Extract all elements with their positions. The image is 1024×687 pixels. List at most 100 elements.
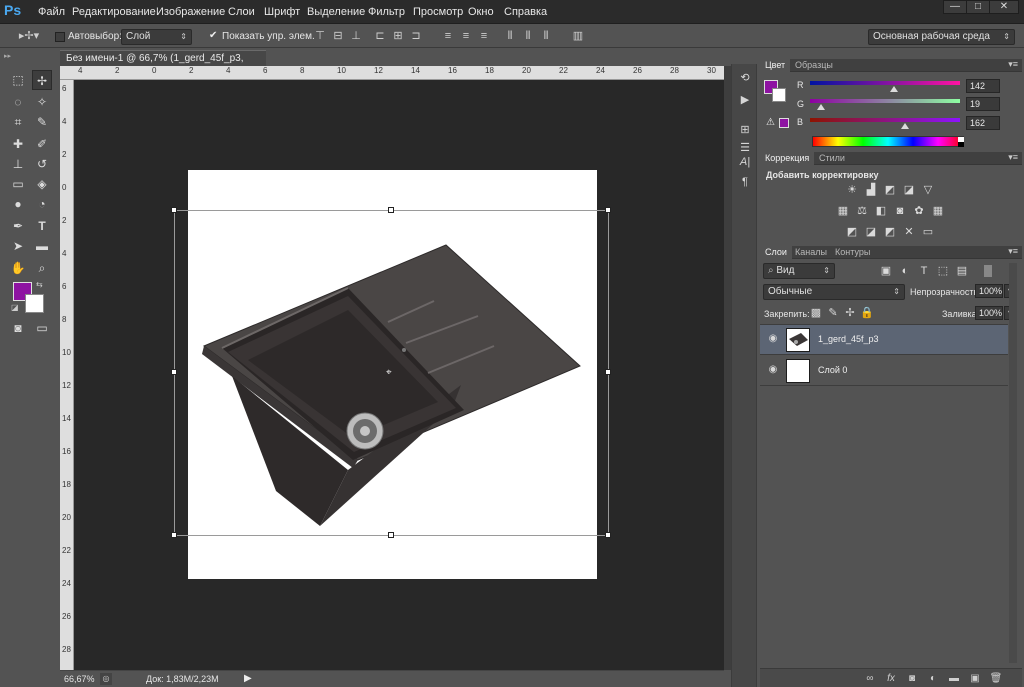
fill-field[interactable]: 100% [975, 306, 1003, 320]
align-left-icon[interactable]: ⊏ [373, 30, 387, 42]
panel-menu-icon[interactable]: ▾≡ [1008, 152, 1018, 163]
transform-handle-br[interactable] [605, 532, 611, 538]
transform-handle-tr[interactable] [605, 207, 611, 213]
b-slider-knob[interactable] [901, 123, 910, 129]
threshold-icon[interactable]: ◩ [883, 226, 897, 238]
color-balance-icon[interactable]: ◧ [874, 205, 888, 217]
crop-tool-icon[interactable]: ⌗ [8, 112, 28, 132]
curves-icon[interactable]: ◩ [883, 184, 897, 196]
spectrum-black-chip[interactable] [958, 142, 964, 147]
document-tab[interactable]: Без имени-1 @ 66,7% (1_gerd_45f_p3, RGB/… [60, 50, 266, 80]
layer-style-fx-icon[interactable]: fx [884, 673, 898, 685]
menu-select[interactable]: Выделение [307, 6, 365, 18]
lock-all-icon[interactable]: 🔒 [860, 307, 874, 319]
screen-mode-icon[interactable]: ▭ [32, 318, 52, 338]
black-white-icon[interactable]: ◙ [893, 205, 907, 217]
new-group-icon[interactable]: ▬ [947, 673, 961, 685]
swap-colors-icon[interactable]: ⇆ [36, 280, 43, 289]
panel-menu-icon[interactable]: ▾≡ [1008, 246, 1018, 257]
marquee-tool-icon[interactable]: ⬚ [8, 70, 28, 90]
gradient-map-icon[interactable]: ▭ [921, 226, 935, 238]
auto-align-icon[interactable]: ▥ [571, 30, 585, 42]
lasso-tool-icon[interactable]: ◌ [8, 92, 28, 112]
menu-type[interactable]: Шрифт [264, 6, 300, 18]
clone-stamp-tool-icon[interactable]: ⊥ [8, 154, 28, 174]
layers-scrollbar[interactable] [1009, 263, 1017, 663]
brush-tool-icon[interactable]: ✐ [32, 134, 52, 154]
g-value-field[interactable]: 19 [966, 97, 1000, 111]
paint-bucket-tool-icon[interactable]: ◈ [32, 174, 52, 194]
layer-row[interactable]: ◉ Слой 0 [760, 356, 1008, 386]
zoom-tool-icon[interactable]: ⌕ [32, 258, 52, 278]
type-tool-icon[interactable]: T [32, 216, 52, 236]
paragraph-icon[interactable]: ¶ [737, 174, 753, 190]
r-slider-track[interactable] [810, 81, 960, 85]
filter-type-icon[interactable]: T [917, 265, 931, 277]
invert-icon[interactable]: ◩ [845, 226, 859, 238]
visibility-eye-icon[interactable]: ◉ [766, 333, 780, 345]
quick-mask-icon[interactable]: ◙ [8, 318, 28, 338]
color-panel-bg-swatch[interactable] [772, 88, 786, 102]
status-preview-icon[interactable]: ◎ [100, 673, 112, 685]
filter-pixel-icon[interactable]: ▣ [879, 265, 893, 277]
new-adjustment-icon[interactable]: ◐ [926, 673, 940, 685]
dodge-tool-icon[interactable]: ◔ [32, 194, 52, 214]
history-icon[interactable]: ⟲ [737, 70, 753, 86]
align-hcenter-icon[interactable]: ⊞ [391, 30, 405, 42]
layer-filter-dropdown[interactable]: ⌕ Вид ⇕ [763, 263, 835, 279]
distribute-bottom-icon[interactable]: ≡ [477, 30, 491, 42]
menu-help[interactable]: Справка [504, 6, 547, 18]
link-layers-icon[interactable]: ∞ [863, 673, 877, 685]
lock-position-icon[interactable]: ✢ [843, 307, 857, 319]
menu-filter[interactable]: Фильтр [368, 6, 405, 18]
rectangle-tool-icon[interactable]: ▬ [32, 236, 52, 256]
pen-tool-icon[interactable]: ✒ [8, 216, 28, 236]
default-colors-icon[interactable]: ◪ [11, 303, 19, 312]
tab-layers[interactable]: Слои [760, 246, 792, 259]
layer-row[interactable]: ◉ 1_gerd_45f_p3 [760, 325, 1008, 355]
filter-smart-object-icon[interactable]: ▤ [955, 265, 969, 277]
filter-adjustment-icon[interactable]: ◐ [898, 265, 912, 277]
move-tool-preset-icon[interactable]: ▸✢▾ [18, 30, 40, 42]
align-vcenter-icon[interactable]: ⊟ [331, 30, 345, 42]
hue-saturation-icon[interactable]: ⚖ [855, 205, 869, 217]
gamut-color-swatch[interactable] [779, 118, 789, 128]
workspace-dropdown[interactable]: Основная рабочая среда ⇕ [868, 29, 1015, 45]
add-mask-icon[interactable]: ◙ [905, 673, 919, 685]
lock-transparent-icon[interactable]: ▩ [809, 307, 823, 319]
align-bottom-icon[interactable]: ⊥ [349, 30, 363, 42]
filter-shape-icon[interactable]: ⬚ [936, 265, 950, 277]
magic-wand-tool-icon[interactable]: ✧ [32, 92, 52, 112]
transform-handle-t[interactable] [388, 207, 394, 213]
transform-handle-tl[interactable] [171, 207, 177, 213]
posterize-icon[interactable]: ◪ [864, 226, 878, 238]
gradient-triangle-icon[interactable]: ▽ [921, 184, 935, 196]
color-spectrum-bar[interactable] [812, 136, 964, 147]
transform-handle-bl[interactable] [171, 532, 177, 538]
character-icon[interactable]: A| [737, 154, 753, 170]
new-layer-icon[interactable]: ▣ [968, 673, 982, 685]
distribute-top-icon[interactable]: ≡ [441, 30, 455, 42]
auto-select-checkbox[interactable] [55, 32, 65, 42]
g-slider-track[interactable] [810, 99, 960, 103]
menu-layers[interactable]: Слои [228, 6, 255, 18]
menu-view[interactable]: Просмотр [413, 6, 463, 18]
eraser-tool-icon[interactable]: ▭ [8, 174, 28, 194]
eyedropper-tool-icon[interactable]: ✎ [32, 112, 52, 132]
close-button[interactable]: ✕ [989, 0, 1019, 14]
hand-tool-icon[interactable]: ✋ [8, 258, 28, 278]
b-value-field[interactable]: 162 [966, 116, 1000, 130]
actions-play-icon[interactable]: ▶ [737, 92, 753, 108]
trash-icon[interactable]: 🗑 [989, 673, 1003, 685]
vertical-scroll-gutter[interactable] [724, 66, 731, 670]
history-brush-tool-icon[interactable]: ↺ [32, 154, 52, 174]
r-value-field[interactable]: 142 [966, 79, 1000, 93]
b-slider-track[interactable] [810, 118, 960, 122]
visibility-eye-icon[interactable]: ◉ [766, 364, 780, 376]
exposure-icon[interactable]: ◪ [902, 184, 916, 196]
transform-handle-r[interactable] [605, 369, 611, 375]
tab-paths[interactable]: Контуры [830, 246, 875, 259]
panel-menu-icon[interactable]: ▾≡ [1008, 59, 1018, 70]
menu-image[interactable]: Изображение [156, 6, 225, 18]
tab-adjustments[interactable]: Коррекция [760, 152, 815, 165]
